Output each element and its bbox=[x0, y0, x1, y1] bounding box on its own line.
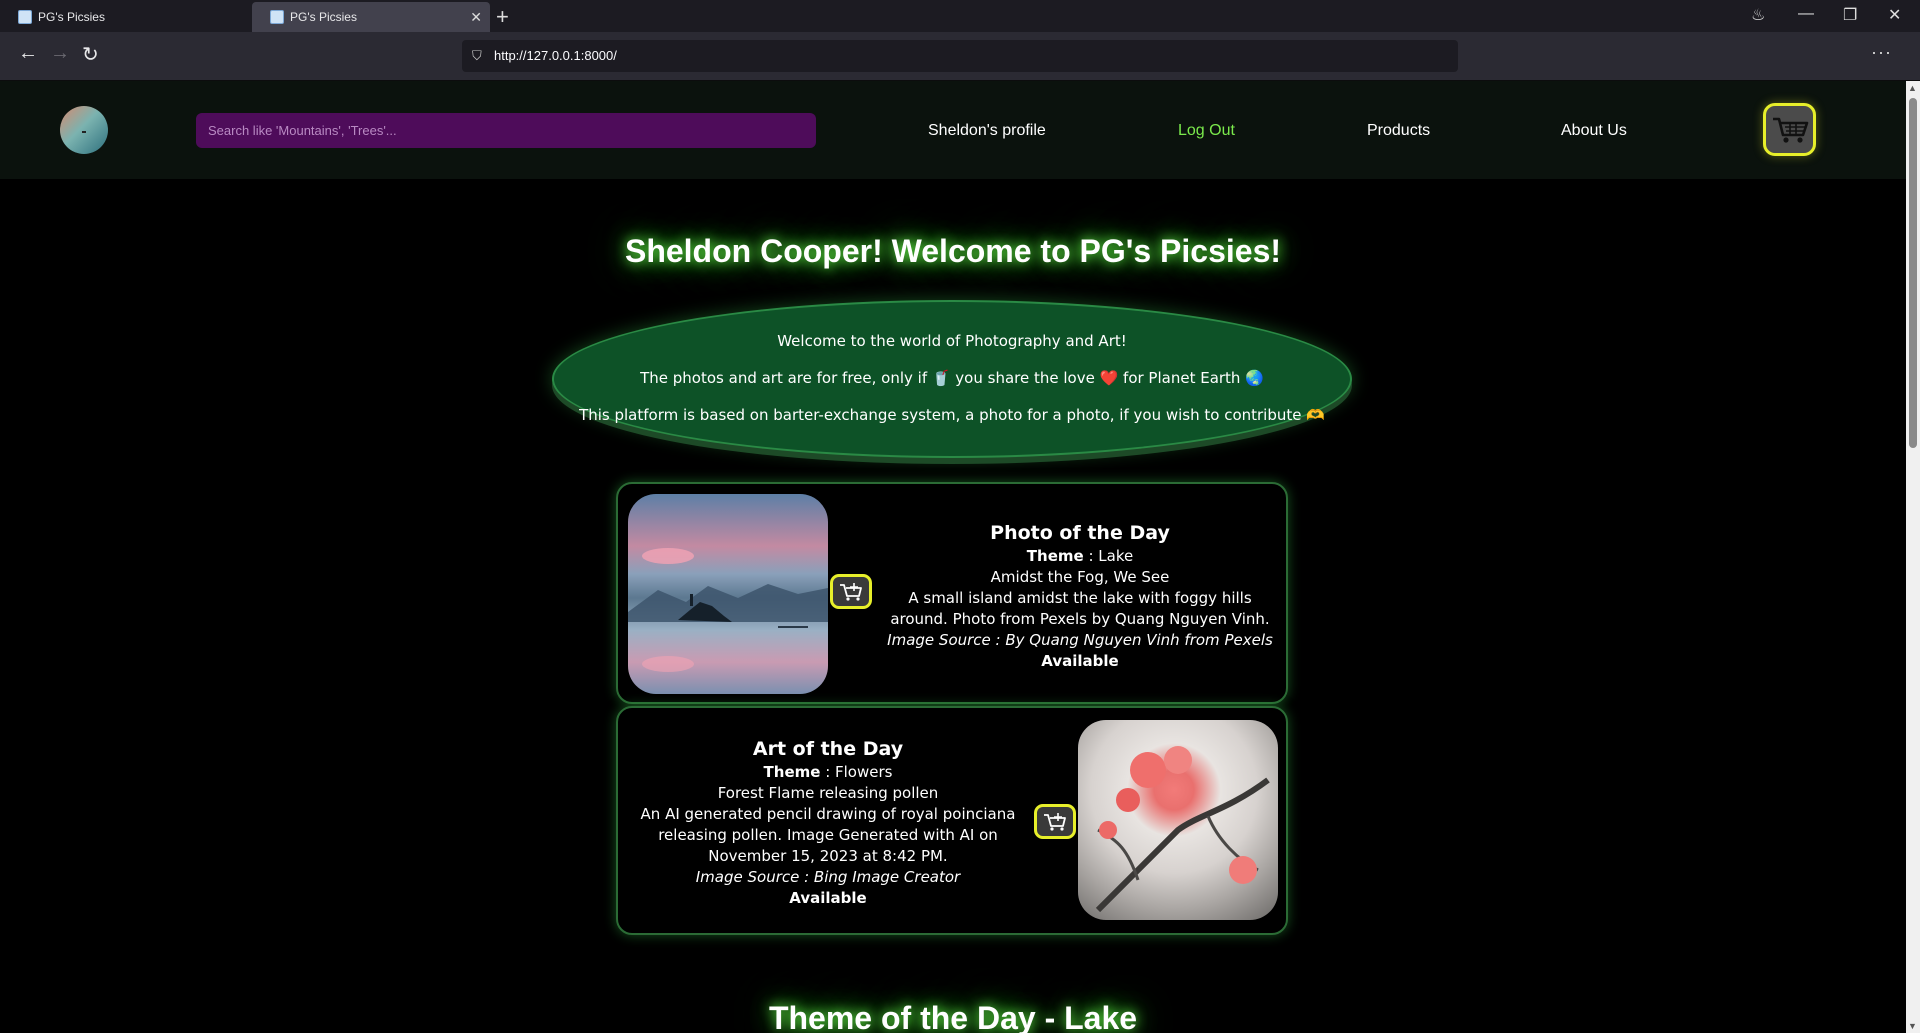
favicon-icon bbox=[18, 10, 32, 24]
back-arrow-icon[interactable]: ← bbox=[18, 42, 38, 65]
nav-profile-link[interactable]: Sheldon's profile bbox=[928, 122, 1046, 140]
shopping-cart-icon bbox=[1772, 117, 1808, 143]
photo-of-day-card: Photo of the Day Theme : Lake Amidst the… bbox=[616, 482, 1288, 704]
photo-of-day-image[interactable] bbox=[628, 494, 828, 694]
add-to-cart-button[interactable] bbox=[830, 574, 872, 609]
art-of-day-card: Art of the Day Theme : Flowers Forest Fl… bbox=[616, 706, 1288, 935]
nav-about-link[interactable]: About Us bbox=[1561, 122, 1627, 140]
scrollbar-thumb[interactable] bbox=[1909, 98, 1917, 448]
browser-tab-bar: PG's Picsies PG's Picsies ✕ + ♨ — ❐ ✕ bbox=[0, 0, 1920, 32]
url-bar[interactable]: ⛉ http://127.0.0.1:8000/ bbox=[462, 40, 1458, 72]
site-logo[interactable] bbox=[60, 106, 108, 154]
art-of-day-heading: Art of the Day bbox=[752, 738, 904, 760]
art-of-day-info: Art of the Day Theme : Flowers Forest Fl… bbox=[628, 736, 1028, 909]
page-viewport: Sheldon's profile Log Out Products About… bbox=[0, 81, 1906, 1033]
scroll-down-icon[interactable]: ▼ bbox=[1908, 1021, 1917, 1031]
browser-tab[interactable]: PG's Picsies bbox=[0, 2, 238, 32]
availability-status: Available bbox=[1041, 652, 1119, 670]
favicon-icon bbox=[270, 10, 284, 24]
close-tab-icon[interactable]: ✕ bbox=[470, 9, 482, 26]
reload-icon[interactable]: ↻ bbox=[82, 42, 99, 67]
forward-arrow-icon[interactable]: → bbox=[50, 42, 70, 65]
page-title: Sheldon Cooper! Welcome to PG's Picsies! bbox=[624, 233, 1282, 269]
menu-dots-icon[interactable]: ··· bbox=[1871, 42, 1892, 63]
theme-of-day-title: Theme of the Day - Lake bbox=[768, 1000, 1138, 1033]
welcome-line-3: This platform is based on barter-exchang… bbox=[579, 406, 1325, 424]
tab-title: PG's Picsies bbox=[290, 10, 357, 24]
url-text: http://127.0.0.1:8000/ bbox=[494, 48, 617, 63]
welcome-line-1: Welcome to the world of Photography and … bbox=[777, 332, 1127, 350]
theme-line: Theme : Flowers bbox=[763, 763, 893, 781]
theme-value: Lake bbox=[1098, 547, 1134, 565]
tab-title: PG's Picsies bbox=[38, 10, 105, 24]
site-header: Sheldon's profile Log Out Products About… bbox=[0, 81, 1906, 179]
nav-products-link[interactable]: Products bbox=[1367, 122, 1430, 140]
art-description: An AI generated pencil drawing of royal … bbox=[640, 805, 1016, 865]
theme-label: Theme bbox=[763, 763, 821, 781]
photo-of-day-heading: Photo of the Day bbox=[990, 522, 1170, 544]
flame-icon[interactable]: ♨ bbox=[1751, 5, 1765, 25]
new-tab-icon[interactable]: + bbox=[496, 4, 509, 30]
add-to-cart-button[interactable] bbox=[1034, 804, 1076, 839]
availability-status: Available bbox=[789, 889, 867, 907]
minimize-icon[interactable]: — bbox=[1798, 5, 1814, 23]
add-to-cart-icon bbox=[840, 582, 862, 601]
lake-island-image bbox=[628, 548, 828, 672]
welcome-message-oval: Welcome to the world of Photography and … bbox=[552, 300, 1352, 458]
browser-tab-active[interactable]: PG's Picsies ✕ bbox=[252, 2, 490, 32]
shield-icon: ⛉ bbox=[472, 48, 482, 63]
theme-line: Theme : Lake bbox=[1026, 547, 1134, 565]
art-of-day-image[interactable] bbox=[1078, 720, 1278, 920]
photo-description: A small island amidst the lake with fogg… bbox=[890, 589, 1270, 628]
page-scrollbar[interactable]: ▲ ▼ bbox=[1906, 81, 1920, 1033]
photo-source: Image Source : By Quang Nguyen Vinh from… bbox=[887, 631, 1273, 649]
nav-logout-link[interactable]: Log Out bbox=[1178, 122, 1235, 140]
photo-of-day-info: Photo of the Day Theme : Lake Amidst the… bbox=[880, 520, 1280, 672]
flower-drawing-image bbox=[1095, 746, 1270, 913]
welcome-line-2: The photos and art are for free, only if… bbox=[640, 369, 1264, 387]
photo-title: Amidst the Fog, We See bbox=[990, 568, 1170, 586]
scroll-up-icon[interactable]: ▲ bbox=[1908, 83, 1917, 93]
art-source: Image Source : Bing Image Creator bbox=[695, 868, 961, 886]
theme-label: Theme bbox=[1026, 547, 1084, 565]
search-input[interactable] bbox=[196, 113, 816, 148]
close-window-icon[interactable]: ✕ bbox=[1888, 5, 1901, 25]
theme-value: Flowers bbox=[835, 763, 893, 781]
cart-button[interactable] bbox=[1763, 103, 1816, 156]
art-title: Forest Flame releasing pollen bbox=[717, 784, 939, 802]
restore-icon[interactable]: ❐ bbox=[1843, 5, 1857, 25]
add-to-cart-icon bbox=[1044, 812, 1066, 831]
